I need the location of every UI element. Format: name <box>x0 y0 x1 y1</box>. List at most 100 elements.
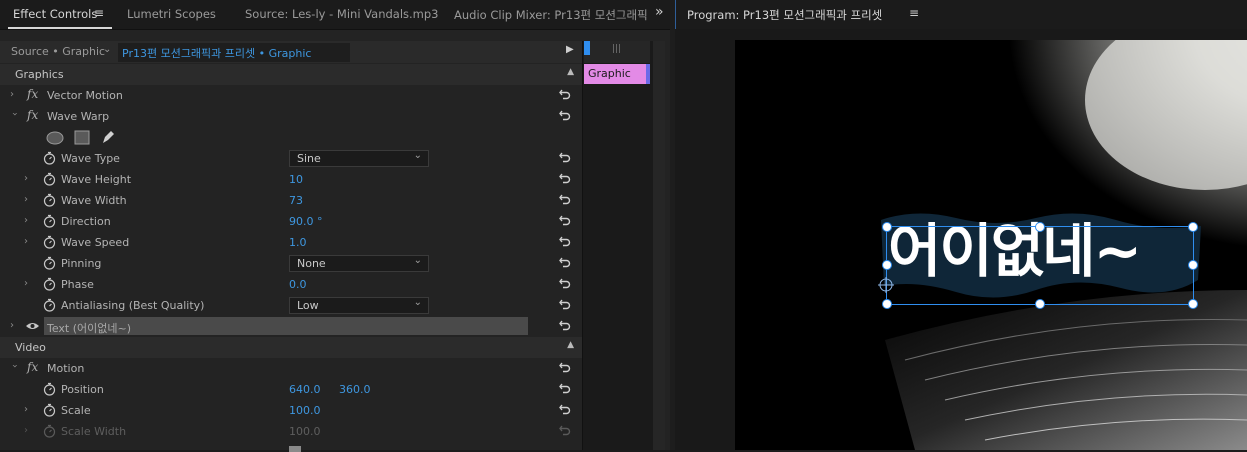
fx-icon[interactable]: fx <box>27 108 38 122</box>
stopwatch-icon[interactable] <box>43 193 56 207</box>
expand-chevron-icon[interactable]: › <box>24 173 32 185</box>
resize-handle[interactable] <box>1188 299 1198 309</box>
resize-handle[interactable] <box>1188 222 1198 232</box>
wave-speed-value[interactable]: 1.0 <box>289 236 307 249</box>
param-row-wave-speed: › Wave Speed 1.0 <box>0 232 582 253</box>
playhead-icon[interactable] <box>584 41 590 55</box>
resize-handle[interactable] <box>882 299 892 309</box>
video-section-header[interactable]: Video ▲ <box>0 337 582 358</box>
expand-chevron-icon[interactable]: › <box>24 215 32 227</box>
effect-row-wave-warp: › fx Wave Warp <box>0 106 582 127</box>
reset-icon[interactable] <box>558 234 572 248</box>
stopwatch-icon[interactable] <box>43 151 56 165</box>
direction-value[interactable]: 90.0 ° <box>289 215 323 228</box>
uniform-scale-checkbox[interactable] <box>289 446 301 452</box>
reset-icon[interactable] <box>558 402 572 416</box>
param-label: Wave Width <box>61 194 127 207</box>
phase-value[interactable]: 0.0 <box>289 278 307 291</box>
mini-timeline[interactable] <box>582 41 653 450</box>
resize-handle[interactable] <box>882 222 892 232</box>
reset-icon[interactable] <box>558 192 572 206</box>
effect-name: Vector Motion <box>47 89 123 102</box>
reset-icon[interactable] <box>558 108 572 122</box>
resize-handle[interactable] <box>1035 222 1045 232</box>
timeline-ruler[interactable]: ||| <box>584 41 650 63</box>
tab-audio-clip-mixer[interactable]: Audio Clip Mixer: Pr13편 모션그래픽 <box>454 7 648 23</box>
graphics-section-label: Graphics <box>15 68 64 81</box>
expand-chevron-icon[interactable]: › <box>8 112 20 120</box>
pinning-dropdown[interactable]: None ⌄ <box>289 255 429 272</box>
expand-chevron-icon[interactable]: › <box>24 278 32 290</box>
stopwatch-icon[interactable] <box>43 256 56 270</box>
reset-icon[interactable] <box>558 360 572 374</box>
expand-chevron-icon[interactable]: › <box>8 364 20 372</box>
resize-handle[interactable] <box>1188 260 1198 270</box>
stopwatch-icon[interactable] <box>43 277 56 291</box>
expand-chevron-icon[interactable]: › <box>10 89 18 101</box>
fx-icon[interactable]: fx <box>27 87 38 101</box>
graphic-clip[interactable]: Graphic <box>584 64 650 84</box>
reset-icon[interactable] <box>558 255 572 269</box>
expand-chevron-icon[interactable]: › <box>10 320 18 332</box>
stopwatch-icon[interactable] <box>43 298 56 312</box>
reset-icon[interactable] <box>558 87 572 101</box>
reset-icon[interactable] <box>558 150 572 164</box>
tab-overflow-icon[interactable]: » <box>655 4 664 20</box>
ellipse-mask-icon[interactable] <box>46 131 64 145</box>
expand-chevron-icon[interactable]: › <box>24 194 32 206</box>
clip-end-handle[interactable] <box>646 64 650 84</box>
param-row-pinning: Pinning None ⌄ <box>0 253 582 274</box>
stopwatch-icon[interactable] <box>43 403 56 417</box>
reset-icon[interactable] <box>558 276 572 290</box>
reset-icon[interactable] <box>558 213 572 227</box>
source-label[interactable]: Source • Graphic <box>11 45 105 58</box>
stopwatch-icon[interactable] <box>43 235 56 249</box>
tab-source[interactable]: Source: Les-ly - Mini Vandals.mp3 <box>245 7 438 21</box>
left-tab-bar: Effect Controls ≡ Lumetri Scopes Source:… <box>0 0 670 30</box>
chevron-down-icon: ⌄ <box>413 150 422 161</box>
eye-icon[interactable] <box>25 321 40 331</box>
vertical-scrollbar[interactable] <box>653 41 665 450</box>
wave-height-value[interactable]: 10 <box>289 173 303 186</box>
tab-lumetri-scopes[interactable]: Lumetri Scopes <box>127 7 216 21</box>
pen-mask-icon[interactable] <box>100 129 116 145</box>
tab-effect-controls[interactable]: Effect Controls <box>13 7 97 21</box>
stopwatch-icon[interactable] <box>43 172 56 186</box>
effect-row-vector-motion: › fx Vector Motion <box>0 85 582 106</box>
expand-chevron-icon[interactable]: › <box>24 425 32 437</box>
stopwatch-icon-disabled <box>43 424 56 438</box>
stopwatch-icon[interactable] <box>43 214 56 228</box>
anchor-point-icon[interactable] <box>877 276 895 294</box>
video-section-label: Video <box>15 341 46 354</box>
show-timeline-icon[interactable]: ▶ <box>566 44 574 55</box>
expand-chevron-icon[interactable]: › <box>24 236 32 248</box>
resize-handle[interactable] <box>1035 299 1045 309</box>
fx-icon[interactable]: fx <box>27 360 38 374</box>
dropdown-value: Sine <box>297 152 321 165</box>
reset-icon[interactable] <box>558 171 572 185</box>
graphics-section-header[interactable]: Graphics ▲ <box>0 64 582 85</box>
param-label: Scale Width <box>61 425 127 438</box>
expand-chevron-icon[interactable]: › <box>24 404 32 416</box>
wave-type-dropdown[interactable]: Sine ⌄ <box>289 150 429 167</box>
wave-width-value[interactable]: 73 <box>289 194 303 207</box>
resize-handle[interactable] <box>882 260 892 270</box>
rectangle-mask-icon[interactable] <box>74 130 90 145</box>
transform-bounding-box[interactable] <box>886 226 1194 305</box>
panel-menu-icon[interactable]: ≡ <box>909 6 919 20</box>
collapse-up-icon[interactable]: ▲ <box>567 340 574 350</box>
sequence-selector[interactable]: Pr13편 모션그래픽과 프리셋 • Graphic <box>118 43 350 62</box>
panel-menu-icon[interactable]: ≡ <box>94 6 104 20</box>
antialiasing-dropdown[interactable]: Low ⌄ <box>289 297 429 314</box>
source-dropdown-icon[interactable]: ⌄ <box>103 44 111 55</box>
collapse-up-icon[interactable]: ▲ <box>567 67 574 77</box>
stopwatch-icon[interactable] <box>43 382 56 396</box>
position-y-value[interactable]: 360.0 <box>339 383 371 396</box>
reset-icon[interactable] <box>558 318 572 332</box>
reset-icon[interactable] <box>558 297 572 311</box>
reset-icon[interactable] <box>558 381 572 395</box>
text-layer-row[interactable]: › Text (어이없네~) <box>0 316 582 337</box>
scale-value[interactable]: 100.0 <box>289 404 321 417</box>
tab-program[interactable]: Program: Pr13편 모션그래픽과 프리셋 <box>687 7 882 23</box>
position-x-value[interactable]: 640.0 <box>289 383 321 396</box>
